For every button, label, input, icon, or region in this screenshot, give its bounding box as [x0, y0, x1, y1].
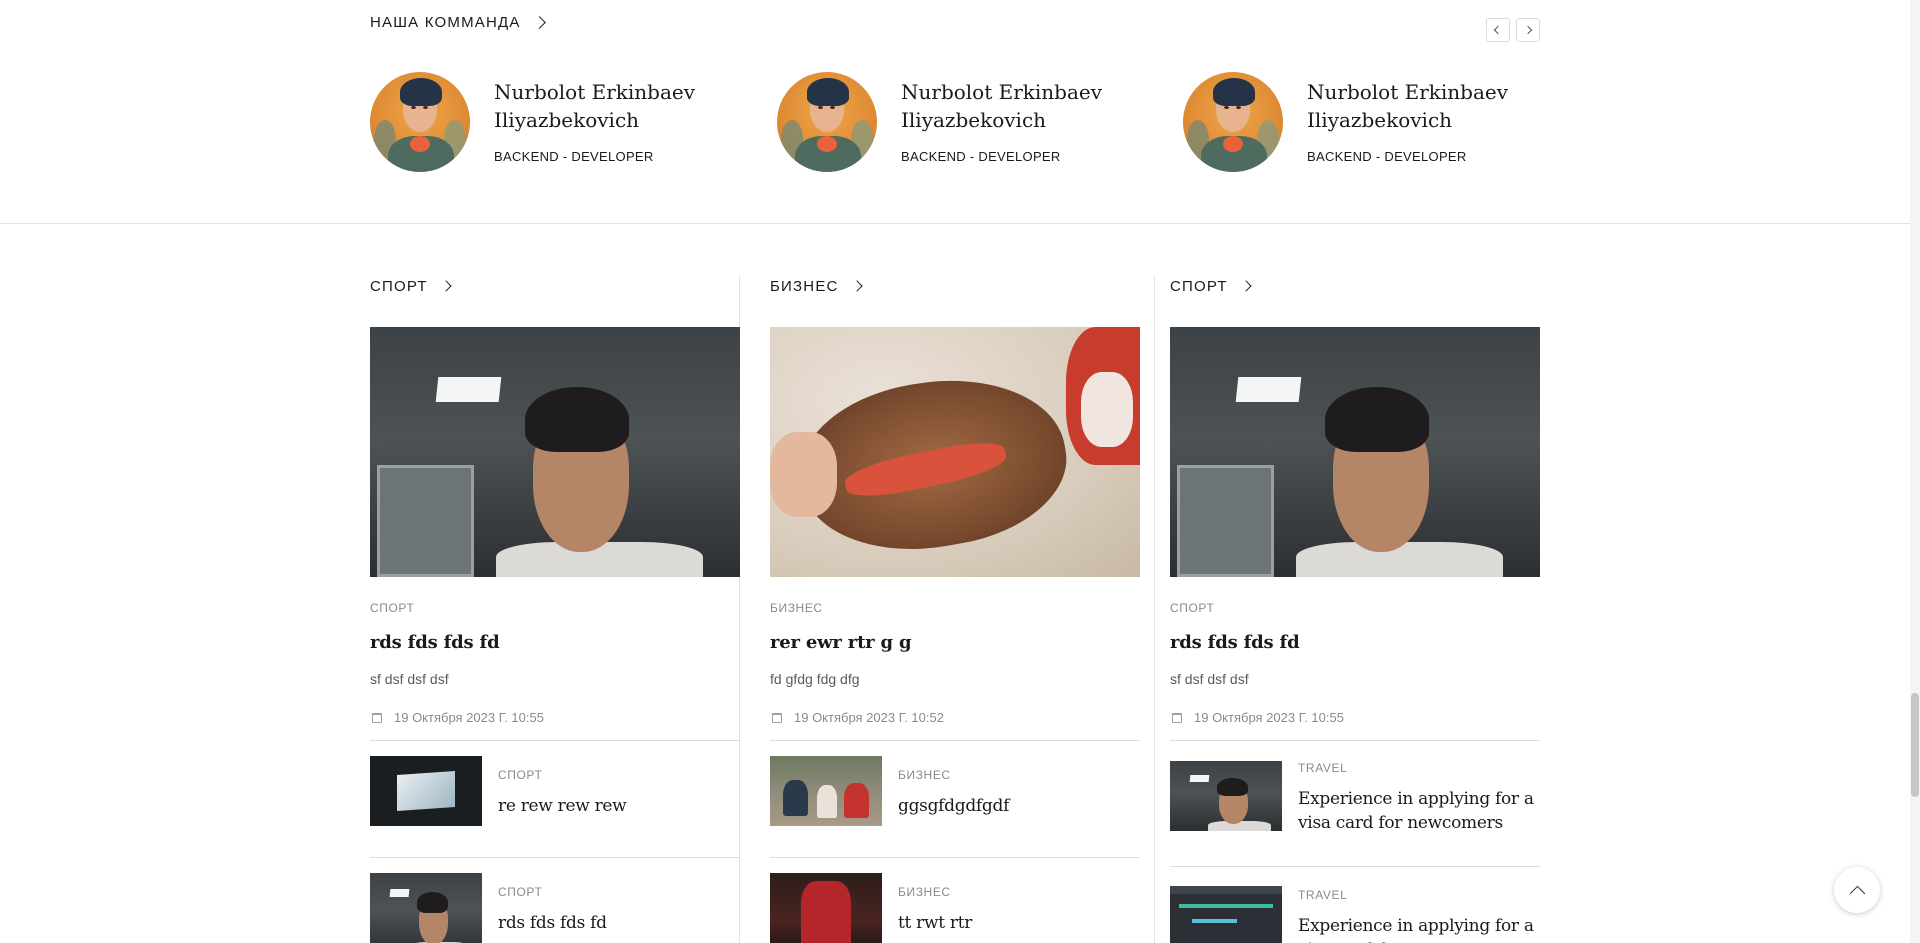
article-excerpt: sf dsf dsf dsf	[370, 671, 449, 687]
article-title[interactable]: rds fds fds fd	[498, 911, 738, 935]
chevron-right-icon	[532, 16, 546, 29]
main-article-title[interactable]: rds fds fds fd	[370, 632, 500, 653]
article-title[interactable]: tt rwt rtr	[898, 911, 1138, 935]
divider	[370, 857, 740, 858]
category-header-link[interactable]: СПОРТ	[370, 270, 740, 302]
article-category[interactable]: БИЗНЕС	[898, 885, 951, 899]
chevron-right-icon	[850, 280, 863, 292]
member-name: Nurbolot Erkinbaev Iliyazbekovich	[1307, 80, 1509, 132]
team-section: НАША КОММАНДА Nurbolot Erkinbaev Iliyazb…	[0, 0, 1910, 224]
article-excerpt: fd gfdg fdg dfg	[770, 671, 860, 687]
divider	[770, 857, 1140, 858]
article-date: 19 Октября 2023 Г. 10:55	[372, 710, 544, 725]
avatar	[1183, 72, 1283, 172]
chevron-up-icon	[1849, 885, 1865, 901]
news-column-sport-2: СПОРТ	[1170, 270, 1540, 302]
avatar	[370, 72, 470, 172]
article-title[interactable]: re rew rew rew	[498, 794, 738, 818]
article-thumbnail[interactable]	[770, 873, 882, 943]
news-column-sport: СПОРТ	[370, 270, 740, 302]
category-title: СПОРТ	[370, 277, 428, 295]
article-thumbnail[interactable]	[1170, 886, 1282, 943]
article-category[interactable]: СПОРТ	[1170, 601, 1214, 615]
chevron-left-icon	[1493, 25, 1503, 35]
article-title[interactable]: Experience in applying for a visa card f…	[1298, 914, 1543, 943]
calendar-icon	[1172, 712, 1182, 723]
article-category[interactable]: БИЗНЕС	[770, 601, 823, 615]
article-excerpt: sf dsf dsf dsf	[1170, 671, 1249, 687]
calendar-icon	[772, 712, 782, 723]
article-date: 19 Октября 2023 Г. 10:55	[1172, 710, 1344, 725]
main-article-title[interactable]: rds fds fds fd	[1170, 632, 1300, 653]
back-to-top-button[interactable]	[1834, 867, 1880, 913]
article-category[interactable]: БИЗНЕС	[898, 768, 951, 782]
article-category[interactable]: TRAVEL	[1298, 888, 1347, 902]
page-scrollbar[interactable]	[1910, 0, 1920, 943]
category-header-link[interactable]: БИЗНЕС	[770, 270, 1140, 302]
team-section-title: НАША КОММАНДА	[370, 14, 521, 31]
category-title: БИЗНЕС	[770, 277, 839, 295]
chevron-right-icon	[1240, 280, 1252, 292]
divider	[370, 740, 740, 741]
chevron-right-icon	[440, 280, 452, 292]
calendar-icon	[372, 712, 382, 723]
category-header-link[interactable]: СПОРТ	[1170, 270, 1540, 302]
article-thumbnail[interactable]	[370, 756, 482, 826]
member-role: BACKEND - DEVELOPER	[1307, 149, 1467, 164]
team-section-header-link[interactable]: НАША КОММАНДА	[370, 14, 546, 31]
article-title[interactable]: ggsgfdgdfgdf	[898, 794, 1138, 818]
team-member-card[interactable]: Nurbolot Erkinbaev Iliyazbekovich BACKEN…	[370, 72, 750, 172]
team-member-card[interactable]: Nurbolot Erkinbaev Iliyazbekovich BACKEN…	[777, 72, 1157, 172]
main-article-title[interactable]: rer ewr rtr g g	[770, 632, 912, 653]
member-role: BACKEND - DEVELOPER	[901, 149, 1061, 164]
article-category[interactable]: СПОРТ	[370, 601, 414, 615]
article-date-text: 19 Октября 2023 Г. 10:55	[1194, 710, 1344, 725]
article-category[interactable]: СПОРТ	[498, 768, 542, 782]
main-article-image[interactable]	[370, 327, 740, 577]
carousel-next-button[interactable]	[1516, 18, 1540, 42]
article-date-text: 19 Октября 2023 Г. 10:52	[794, 710, 944, 725]
carousel-prev-button[interactable]	[1486, 18, 1510, 42]
team-member-card[interactable]: Nurbolot Erkinbaev Iliyazbekovich BACKEN…	[1183, 72, 1563, 172]
article-date: 19 Октября 2023 Г. 10:52	[772, 710, 944, 725]
team-carousel-nav	[1486, 18, 1540, 42]
divider	[770, 740, 1140, 741]
chevron-right-icon	[1523, 25, 1533, 35]
article-category[interactable]: TRAVEL	[1298, 761, 1347, 775]
article-thumbnail[interactable]	[370, 873, 482, 943]
divider	[1170, 740, 1540, 741]
scrollbar-thumb[interactable]	[1911, 693, 1919, 797]
news-column-business: БИЗНЕС	[770, 270, 1140, 302]
member-role: BACKEND - DEVELOPER	[494, 149, 654, 164]
main-article-image[interactable]	[770, 327, 1140, 577]
column-divider	[1154, 275, 1155, 943]
article-date-text: 19 Октября 2023 Г. 10:55	[394, 710, 544, 725]
divider	[1170, 866, 1540, 867]
article-category[interactable]: СПОРТ	[498, 885, 542, 899]
article-thumbnail[interactable]	[770, 756, 882, 826]
article-thumbnail[interactable]	[1170, 761, 1282, 831]
member-name: Nurbolot Erkinbaev Iliyazbekovich	[901, 80, 1103, 132]
member-name: Nurbolot Erkinbaev Iliyazbekovich	[494, 80, 696, 132]
avatar	[777, 72, 877, 172]
category-title: СПОРТ	[1170, 277, 1228, 295]
main-article-image[interactable]	[1170, 327, 1540, 577]
article-title[interactable]: Experience in applying for a visa card f…	[1298, 787, 1543, 835]
